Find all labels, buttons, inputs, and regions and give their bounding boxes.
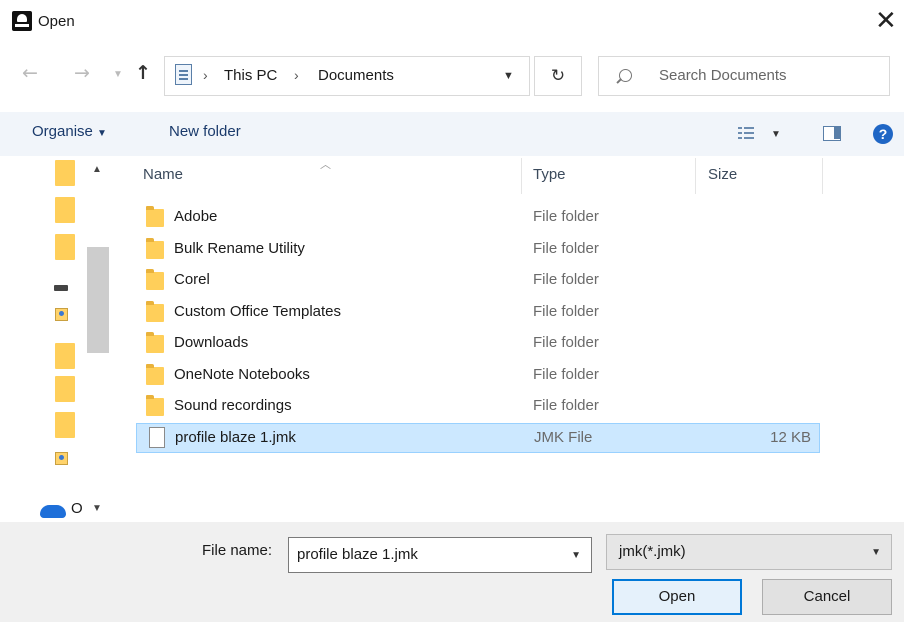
command-toolbar: Organise ▼ New folder ▼ ? — [0, 112, 904, 156]
file-type-select[interactable]: jmk(*.jmk) ▼ — [606, 534, 892, 570]
nav-scrollbar-thumb[interactable] — [87, 247, 109, 353]
folder-icon[interactable] — [55, 343, 75, 369]
file-name: Bulk Rename Utility — [174, 240, 305, 257]
search-icon — [619, 69, 632, 82]
user-folder-icon[interactable] — [55, 452, 68, 465]
cancel-button[interactable]: Cancel — [762, 579, 892, 615]
drive-icon[interactable] — [54, 285, 68, 291]
file-size: 12 KB — [770, 429, 811, 446]
file-type: File folder — [533, 240, 599, 257]
organise-label: Organise — [32, 123, 93, 140]
file-icon — [149, 427, 165, 448]
folder-icon — [146, 206, 164, 227]
documents-location-icon — [175, 64, 192, 85]
breadcrumb-separator-icon: › — [203, 67, 208, 83]
file-type: File folder — [533, 271, 599, 288]
column-header-type[interactable]: Type — [533, 166, 566, 183]
column-divider[interactable] — [695, 158, 696, 194]
list-item[interactable]: OneNote Notebooks File folder — [136, 361, 820, 391]
column-divider[interactable] — [822, 158, 823, 194]
scroll-down-icon[interactable]: ▼ — [92, 503, 102, 514]
column-header-size[interactable]: Size — [708, 166, 737, 183]
list-item-selected[interactable]: profile blaze 1.jmk JMK File 12 KB — [136, 423, 820, 453]
address-bar[interactable]: › This PC › Documents ▼ — [164, 56, 530, 96]
file-name-value: profile blaze 1.jmk — [297, 546, 418, 563]
file-name: Sound recordings — [174, 397, 292, 414]
onedrive-label[interactable]: O — [71, 500, 83, 517]
forward-arrow-icon[interactable]: → — [74, 62, 90, 84]
file-name: OneNote Notebooks — [174, 366, 310, 383]
file-type: File folder — [533, 366, 599, 383]
file-type: File folder — [533, 397, 599, 414]
open-button[interactable]: Open — [612, 579, 742, 615]
file-name-label: File name: — [202, 542, 273, 559]
list-item[interactable]: Custom Office Templates File folder — [136, 298, 820, 328]
title-bar: Open ✕ — [0, 0, 904, 50]
new-folder-button[interactable]: New folder — [169, 123, 241, 140]
folder-icon[interactable] — [55, 197, 75, 223]
file-name: Adobe — [174, 208, 218, 225]
user-folder-icon[interactable] — [55, 308, 68, 321]
folder-icon[interactable] — [55, 160, 75, 186]
file-name: Downloads — [174, 334, 249, 351]
help-icon[interactable]: ? — [873, 124, 893, 144]
search-placeholder: Search Documents — [659, 67, 787, 84]
folder-icon[interactable] — [55, 412, 75, 438]
preview-pane-icon[interactable] — [823, 126, 841, 141]
search-input[interactable]: Search Documents — [598, 56, 890, 96]
folder-icon — [146, 395, 164, 416]
up-arrow-icon[interactable]: ↑ — [135, 62, 151, 84]
folder-icon[interactable] — [55, 376, 75, 402]
organise-menu-button[interactable]: Organise ▼ — [32, 123, 107, 140]
view-dropdown-icon[interactable]: ▼ — [771, 129, 781, 140]
folder-icon — [146, 269, 164, 290]
folder-icon — [146, 332, 164, 353]
refresh-button[interactable]: ↻ — [534, 56, 582, 96]
close-button[interactable]: ✕ — [875, 6, 897, 36]
organise-dropdown-icon: ▼ — [97, 128, 107, 139]
folder-icon — [146, 238, 164, 259]
list-item[interactable]: Downloads File folder — [136, 329, 820, 359]
file-name: profile blaze 1.jmk — [175, 429, 296, 446]
breadcrumb-separator-icon: › — [294, 67, 299, 83]
file-name-input[interactable]: profile blaze 1.jmk ▼ — [288, 537, 592, 573]
window-title: Open — [38, 13, 75, 30]
folder-icon — [146, 364, 164, 385]
breadcrumb-documents[interactable]: Documents — [318, 67, 394, 84]
column-header-name[interactable]: Name — [143, 166, 183, 183]
breadcrumb-this-pc[interactable]: This PC — [224, 67, 277, 84]
file-type-dropdown-icon: ▼ — [871, 547, 881, 558]
list-item[interactable]: Sound recordings File folder — [136, 392, 820, 422]
scroll-up-icon[interactable]: ▲ — [92, 164, 102, 175]
list-item[interactable]: Corel File folder — [136, 266, 820, 296]
list-item[interactable]: Adobe File folder — [136, 203, 820, 233]
sort-ascending-icon: ︿ — [320, 159, 331, 171]
back-arrow-icon[interactable]: ← — [22, 62, 38, 84]
file-type: File folder — [533, 334, 599, 351]
folder-icon[interactable] — [55, 234, 75, 260]
column-divider[interactable] — [521, 158, 522, 194]
recent-locations-chevron-icon[interactable]: ▼ — [113, 69, 123, 80]
file-type: JMK File — [534, 429, 593, 446]
onedrive-cloud-icon[interactable] — [40, 505, 66, 518]
file-type: File folder — [533, 208, 599, 225]
file-name: Custom Office Templates — [174, 303, 342, 320]
file-type-value: jmk(*.jmk) — [619, 543, 686, 560]
file-name-dropdown-icon[interactable]: ▼ — [571, 550, 581, 561]
list-item[interactable]: Bulk Rename Utility File folder — [136, 235, 820, 265]
view-options-icon[interactable] — [738, 126, 754, 140]
file-name: Corel — [174, 271, 210, 288]
app-icon — [12, 11, 32, 31]
address-dropdown-icon[interactable]: ▼ — [503, 70, 514, 82]
folder-icon — [146, 301, 164, 322]
file-type: File folder — [533, 303, 599, 320]
